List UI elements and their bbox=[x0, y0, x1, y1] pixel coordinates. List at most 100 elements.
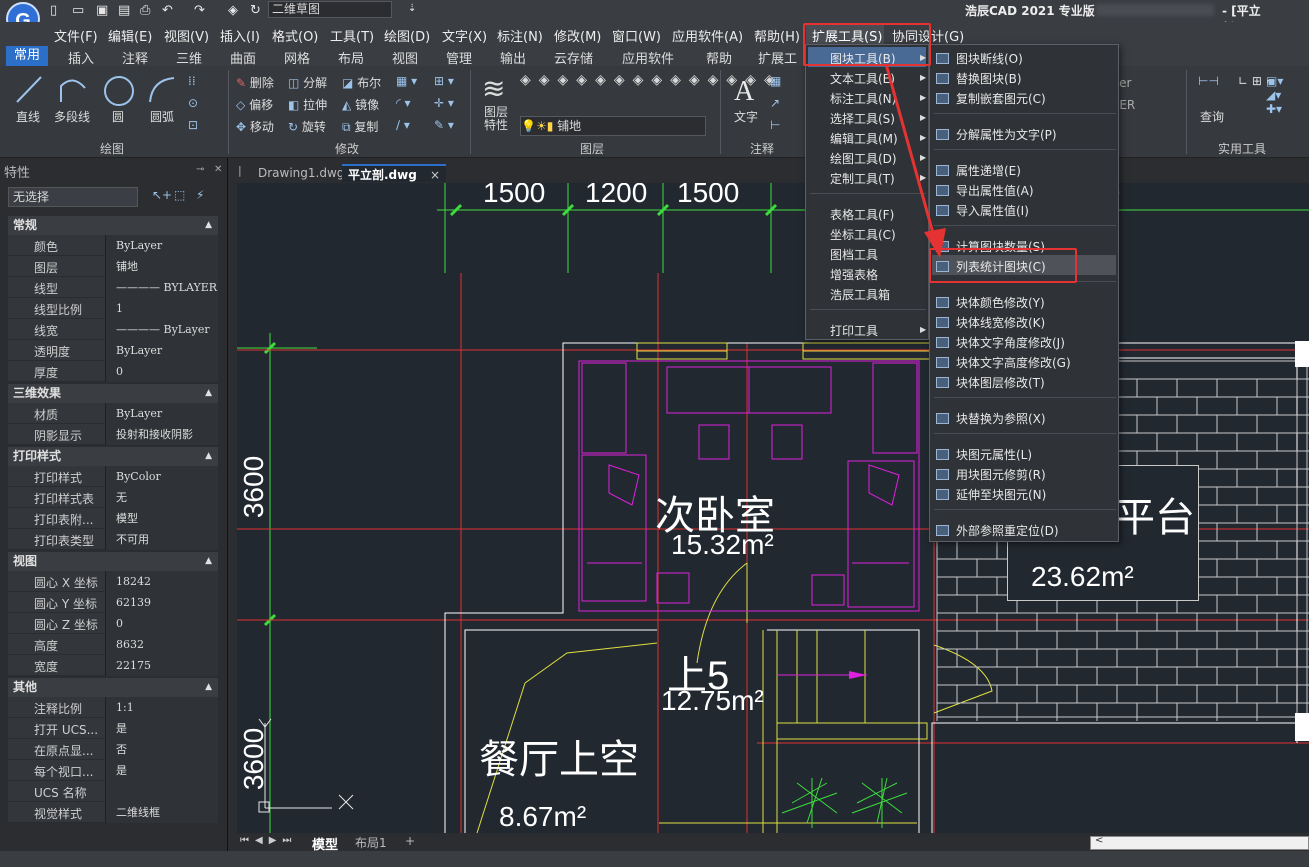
ext-menu-item[interactable]: 图档工具 bbox=[830, 246, 878, 263]
toggle-pickadd-icon[interactable]: ↖+ bbox=[152, 188, 172, 202]
block-menu-item[interactable]: 外部参照重定位(D) bbox=[956, 522, 1059, 539]
tabs-menu-icon[interactable]: | bbox=[238, 164, 242, 177]
block-menu-item[interactable]: 块体文字角度修改(J) bbox=[956, 334, 1065, 351]
property-section-header[interactable]: 视图 ▲ bbox=[8, 552, 218, 571]
collapse-icon[interactable]: ▲ bbox=[205, 678, 212, 697]
tab-nav-icons[interactable]: ⏮◀▶⏭ bbox=[240, 835, 297, 846]
property-value[interactable]: 62139 bbox=[105, 592, 218, 613]
menu-item[interactable]: 修改(M) bbox=[554, 26, 601, 45]
quick-select-icon[interactable]: ⚡ bbox=[196, 188, 204, 202]
align-icon[interactable]: ⊞ ▾ bbox=[434, 74, 454, 88]
property-value[interactable]: 0 bbox=[105, 361, 218, 382]
menu-item[interactable]: 文字(X) bbox=[442, 26, 487, 45]
block-menu-item[interactable]: 块体线宽修改(K) bbox=[956, 314, 1045, 331]
property-row[interactable]: 宽度 22175 bbox=[8, 655, 218, 676]
property-row[interactable]: 高度 8632 bbox=[8, 634, 218, 655]
ribbon-tab[interactable]: 插入 bbox=[68, 48, 94, 67]
ribbon-tab[interactable]: 输出 bbox=[500, 48, 526, 67]
property-value[interactable]: ByLayer bbox=[105, 235, 218, 256]
save-icon[interactable]: ▣ bbox=[96, 3, 108, 18]
collapse-icon[interactable]: ▲ bbox=[205, 384, 212, 403]
measure-icon[interactable]: ⊢⊣ bbox=[1198, 74, 1219, 88]
menu-item[interactable]: 插入(I) bbox=[220, 26, 260, 45]
property-value[interactable]: 二维线框 bbox=[105, 802, 218, 823]
ribbon-tab[interactable]: 布局 bbox=[338, 48, 364, 67]
new-icon[interactable]: ▯ bbox=[50, 3, 57, 18]
stretch-button[interactable]: ◧ 拉伸 bbox=[288, 96, 327, 113]
property-row[interactable]: 打印表附... 模型 bbox=[8, 508, 218, 529]
trim-icon[interactable]: ∕ ▾ bbox=[396, 118, 410, 132]
ribbon-tab[interactable]: 曲面 bbox=[230, 48, 256, 67]
property-row[interactable]: 在原点显... 否 bbox=[8, 739, 218, 760]
block-menu-item[interactable]: 复制嵌套图元(C) bbox=[956, 90, 1046, 107]
ribbon-tab[interactable]: 帮助 bbox=[706, 48, 732, 67]
block-menu-item[interactable]: 替换图块(B) bbox=[956, 70, 1022, 87]
property-value[interactable]: 1:1 bbox=[105, 697, 218, 718]
layer-properties-label[interactable]: 图层 特性 bbox=[484, 106, 508, 132]
property-value[interactable]: 否 bbox=[105, 739, 218, 760]
menu-item[interactable]: 绘图(D) bbox=[384, 26, 430, 45]
copy-button[interactable]: ⧉ 复制 bbox=[342, 118, 378, 135]
ext-menu-item[interactable]: 增强表格 bbox=[830, 266, 878, 283]
property-value[interactable]: 1 bbox=[105, 298, 218, 319]
text-icon[interactable]: A bbox=[734, 76, 754, 108]
util-icons-2[interactable]: ▣▾ ◢▾ ✚▾ bbox=[1266, 74, 1283, 116]
block-menu-item[interactable]: 用块图元修剪(R) bbox=[956, 466, 1046, 483]
dimension-icon[interactable]: ⊢ bbox=[770, 118, 780, 132]
text-button-label[interactable]: 文字 bbox=[734, 108, 758, 125]
doc-tab-drawing1[interactable]: Drawing1.dwg bbox=[252, 164, 350, 182]
property-section-header[interactable]: 三维效果 ▲ bbox=[8, 384, 218, 403]
block-menu-item[interactable]: 图块断线(O) bbox=[956, 50, 1023, 67]
property-row[interactable]: 图层 铺地 bbox=[8, 256, 218, 277]
property-value[interactable]: 不可用 bbox=[105, 529, 218, 550]
refresh-icon[interactable]: ↻ bbox=[250, 3, 261, 18]
menu-item[interactable]: 窗口(W) bbox=[612, 26, 661, 45]
line-button-label[interactable]: 直线 bbox=[16, 108, 40, 125]
property-value[interactable]: 0 bbox=[105, 613, 218, 634]
menu-item[interactable]: 视图(V) bbox=[164, 26, 209, 45]
property-row[interactable]: 每个视口... 是 bbox=[8, 760, 218, 781]
block-menu-item[interactable]: 块体颜色修改(Y) bbox=[956, 294, 1045, 311]
property-row[interactable]: 打开 UCS... 是 bbox=[8, 718, 218, 739]
layer-properties-icon[interactable]: ≋ bbox=[482, 72, 505, 105]
block-menu-item[interactable]: 块体文字高度修改(G) bbox=[956, 354, 1071, 371]
property-section-header[interactable]: 打印样式 ▲ bbox=[8, 447, 218, 466]
property-value[interactable]: ByLayer bbox=[105, 403, 218, 424]
block-menu-item[interactable]: 属性递增(E) bbox=[956, 162, 1021, 179]
property-section-header[interactable]: 其他 ▲ bbox=[8, 678, 218, 697]
property-row[interactable]: 圆心 X 坐标 18242 bbox=[8, 571, 218, 592]
close-icon[interactable]: ✕ bbox=[214, 164, 222, 175]
redo-icon[interactable]: ↷ bbox=[194, 3, 205, 18]
ribbon-tab[interactable]: 网格 bbox=[284, 48, 310, 67]
drawing-canvas[interactable]: 1500 1200 1500 00 3600 3600 次卧室 15.32m² … bbox=[237, 183, 1309, 833]
rectangle-icon[interactable]: ⊡ bbox=[188, 118, 198, 132]
property-value[interactable]: 是 bbox=[105, 760, 218, 781]
property-value[interactable]: ———— BYLAYER bbox=[105, 277, 218, 298]
property-row[interactable]: 打印表类型 不可用 bbox=[8, 529, 218, 550]
property-row[interactable]: 线型 ———— BYLAYER bbox=[8, 277, 218, 298]
mirror-button[interactable]: ◭ 镜像 bbox=[342, 96, 379, 113]
ribbon-tab[interactable]: 三维 bbox=[176, 48, 202, 67]
property-value[interactable]: 铺地 bbox=[105, 256, 218, 277]
rotate-button[interactable]: ↻ 旋转 bbox=[288, 118, 326, 135]
workspace-select[interactable]: 二维草图 bbox=[268, 1, 392, 18]
offset-button[interactable]: ◇ 偏移 bbox=[236, 96, 273, 113]
property-value[interactable]: 无 bbox=[105, 487, 218, 508]
property-value[interactable]: ———— ByLayer bbox=[105, 319, 218, 340]
hatch-icon[interactable]: ⁞⁞ bbox=[188, 74, 196, 88]
ribbon-tab[interactable]: 管理 bbox=[446, 48, 472, 67]
property-row[interactable]: 线宽 ———— ByLayer bbox=[8, 319, 218, 340]
arc-icon[interactable] bbox=[146, 74, 178, 106]
block-menu-item[interactable]: 块替换为参照(X) bbox=[956, 410, 1046, 427]
layer-icon[interactable]: ◈ bbox=[228, 3, 238, 18]
property-row[interactable]: 注释比例 1:1 bbox=[8, 697, 218, 718]
property-row[interactable]: 圆心 Z 坐标 0 bbox=[8, 613, 218, 634]
ribbon-tab[interactable]: 视图 bbox=[392, 48, 418, 67]
menu-item[interactable]: 标注(N) bbox=[497, 26, 543, 45]
ribbon-tab[interactable]: 扩展工 bbox=[758, 48, 797, 67]
ribbon-tab[interactable]: 注释 bbox=[122, 48, 148, 67]
ext-menu-item[interactable]: 打印工具 bbox=[830, 322, 878, 339]
array-icon[interactable]: ▦ ▾ bbox=[396, 74, 417, 88]
ribbon-tab[interactable]: 应用软件 bbox=[622, 48, 674, 67]
menu-item[interactable]: 文件(F) bbox=[54, 26, 98, 45]
